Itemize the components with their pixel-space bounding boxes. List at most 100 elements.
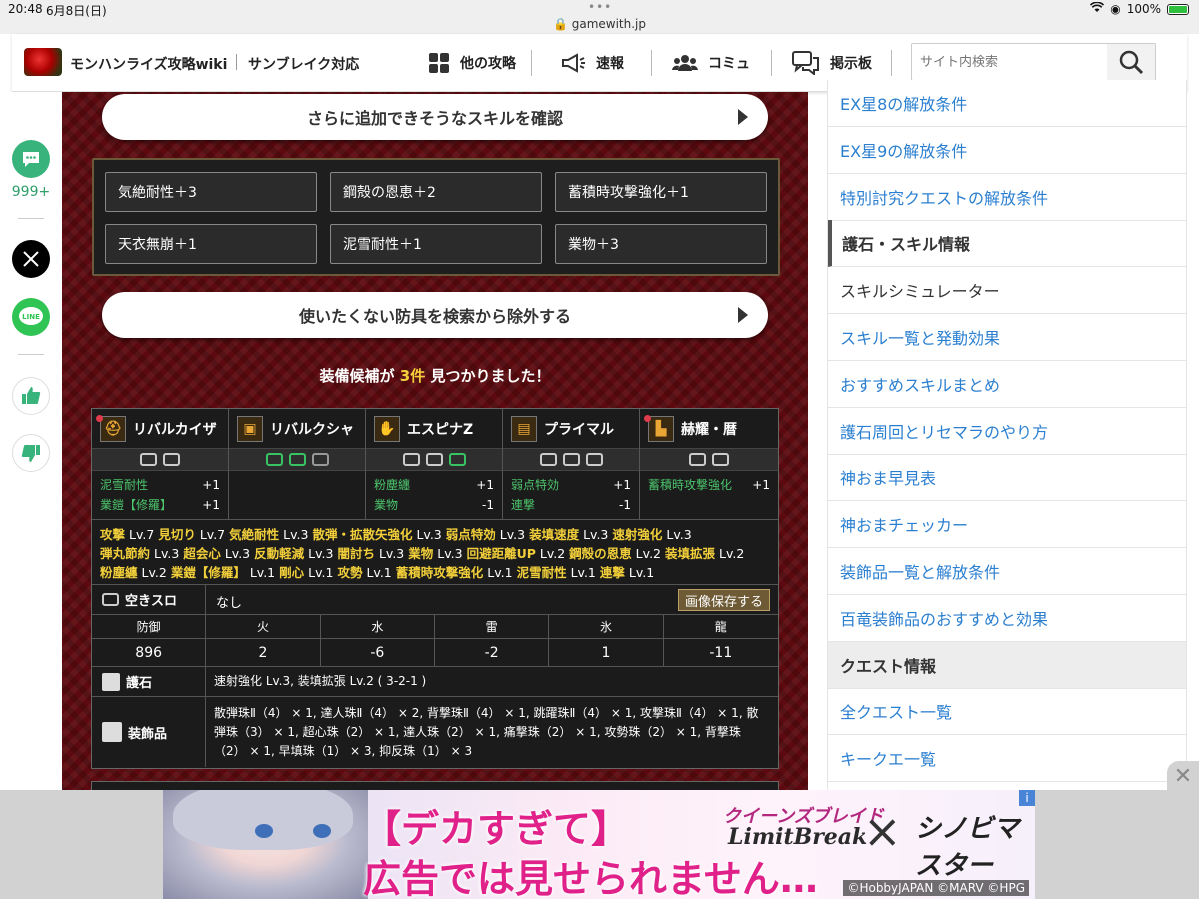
total-skill: 攻撃 Lv.7 bbox=[100, 527, 155, 542]
sidebar-link[interactable]: 全クエスト一覧 bbox=[828, 688, 1186, 736]
total-skill: 業物 Lv.3 bbox=[408, 546, 463, 561]
ice-res-header: 氷 bbox=[549, 615, 664, 638]
sidebar-link[interactable]: スキル一覧と発動効果 bbox=[828, 314, 1186, 361]
sidebar-link[interactable]: 装飾品一覧と解放条件 bbox=[828, 548, 1186, 595]
button-label: さらに追加できそうなスキルを確認 bbox=[306, 109, 563, 128]
line-share-button[interactable]: LINE bbox=[12, 298, 50, 336]
total-skill: 回避距離UP Lv.2 bbox=[466, 546, 566, 561]
new-indicator bbox=[96, 415, 103, 422]
total-skill: 速射強化 Lv.3 bbox=[612, 527, 692, 542]
address-url[interactable]: 🔒 gamewith.jp bbox=[0, 17, 1199, 31]
nav-other-guides[interactable]: 他の攻略 bbox=[428, 52, 516, 74]
equipment-result-card: ⛑ リバルカイザ 泥雪耐性 +1 業鎧【修羅】 +1 ▣ リバルクシャ ✋ エスピナZ 粉… bbox=[91, 408, 779, 769]
sidebar-link[interactable]: EX星9の解放条件 bbox=[828, 127, 1186, 174]
armor-skill: 業物 -1 bbox=[374, 498, 494, 512]
sidebar-link[interactable]: EX星8の解放条件 bbox=[828, 80, 1186, 127]
sidebar-link[interactable]: キークエ一覧 bbox=[828, 735, 1186, 783]
armor-skill: 蓄積時攻撃強化 +1 bbox=[648, 478, 770, 492]
results-count: 3件 bbox=[399, 367, 426, 385]
nav-board[interactable]: 掲示板 bbox=[792, 51, 872, 75]
sidebar-link[interactable]: 百竜装飾品のおすすめと効果 bbox=[828, 595, 1186, 642]
extra-skill-button[interactable]: 鋼殻の恩恵＋2 bbox=[330, 172, 542, 212]
defense-value: 896 bbox=[92, 639, 207, 666]
save-image-button[interactable]: 画像保存する bbox=[677, 589, 770, 611]
site-logo[interactable] bbox=[24, 48, 62, 76]
comment-button[interactable] bbox=[12, 140, 50, 178]
battery-percent: 100% bbox=[1126, 2, 1161, 16]
total-skill: 気絶耐性 Lv.3 bbox=[229, 527, 309, 542]
water-res-value: -6 bbox=[321, 639, 435, 666]
sidebar-link[interactable]: スキルシミュレーター bbox=[828, 267, 1186, 315]
total-skill: 粉塵纏 Lv.2 bbox=[100, 565, 167, 580]
armor-legs[interactable]: ▙ 赫耀・暦 蓄積時攻撃強化 +1 bbox=[640, 409, 778, 519]
search-input[interactable] bbox=[912, 44, 1107, 80]
like-button[interactable] bbox=[12, 377, 50, 415]
share-bar: 999+ LINE bbox=[0, 92, 62, 792]
armor-name: リバルクシャ bbox=[270, 421, 354, 438]
comment-icon bbox=[23, 152, 39, 167]
total-skills: 攻撃 Lv.7 見切り Lv.7 気絶耐性 Lv.3 散弾・拡散矢強化 Lv.3… bbox=[92, 519, 778, 585]
nav-news[interactable]: 速報 bbox=[560, 52, 624, 74]
nav-divider bbox=[651, 50, 652, 76]
armor-arms[interactable]: ✋ エスピナZ 粉塵纏 +1 業物 -1 bbox=[366, 409, 503, 519]
armor-name: 赫耀・暦 bbox=[681, 421, 737, 438]
deco-slots bbox=[229, 449, 365, 471]
decorations-row: 装飾品 散弾珠Ⅱ（4） × 1, 達人珠Ⅱ（4） × 2, 背撃珠Ⅱ（4） × … bbox=[92, 697, 778, 767]
sidebar-link[interactable]: 特別討究クエストの解放条件 bbox=[828, 174, 1186, 221]
exclude-armor-button[interactable]: 使いたくない防具を検索から除外する bbox=[102, 292, 768, 338]
fire-res-value: 2 bbox=[206, 639, 321, 666]
decorations-value: 散弾珠Ⅱ（4） × 1, 達人珠Ⅱ（4） × 2, 背撃珠Ⅱ（4） × 1, 跳… bbox=[214, 705, 759, 758]
extra-skill-button[interactable]: 天衣無崩＋1 bbox=[105, 224, 317, 264]
extra-skill-button[interactable]: 泥雪耐性＋1 bbox=[330, 224, 542, 264]
search-button[interactable] bbox=[1107, 44, 1155, 80]
sidebar-link[interactable]: 神おま早見表 bbox=[828, 454, 1186, 502]
thumbs-down-icon bbox=[21, 445, 40, 462]
nav-community[interactable]: コミュ bbox=[672, 52, 750, 74]
total-skill: 泥雪耐性 Lv.1 bbox=[516, 565, 596, 580]
sidebar-link[interactable]: おすすめスキルまとめ bbox=[828, 361, 1186, 408]
extra-skill-button[interactable]: 蓄積時攻撃強化＋1 bbox=[555, 172, 767, 212]
slot-icon bbox=[102, 593, 119, 606]
deco-slots bbox=[366, 449, 502, 471]
defense-header-row: 防御 火 水 雷 氷 龍 bbox=[92, 615, 778, 639]
more-skills-button[interactable]: さらに追加できそうなスキルを確認 bbox=[102, 94, 768, 140]
row-label: 空きスロ bbox=[125, 594, 178, 609]
sidebar-link[interactable]: 神おまチェッカー bbox=[828, 501, 1186, 549]
results-count-text: 装備候補が 3件 見つかりました！ bbox=[319, 367, 551, 385]
slot-icon bbox=[689, 453, 706, 466]
decoration-icon bbox=[102, 722, 122, 742]
total-skill: 鋼殻の恩恵 Lv.2 bbox=[569, 546, 661, 561]
ad-close-icon[interactable]: ✕ bbox=[1167, 761, 1199, 791]
armor-name: プライマル bbox=[544, 421, 614, 438]
extra-skill-button[interactable]: 業物＋3 bbox=[555, 224, 767, 264]
battery-icon bbox=[1167, 3, 1189, 15]
sidebar-link[interactable]: 護石周回とリセマラのやり方 bbox=[828, 408, 1186, 455]
extra-skill-button[interactable]: 気絶耐性＋3 bbox=[105, 172, 317, 212]
total-skill: 弱点特効 Lv.3 bbox=[445, 527, 526, 542]
wifi-icon bbox=[1090, 1, 1105, 16]
charm-value: 速射強化 Lv.3, 装填拡張 Lv.2 ( 3-2-1 ) bbox=[214, 674, 427, 688]
title-divider bbox=[236, 54, 237, 70]
armor-waist[interactable]: ▤ プライマル 弱点特効 +1 連撃 -1 bbox=[503, 409, 640, 519]
arrow-right-icon bbox=[738, 307, 748, 323]
share-divider bbox=[18, 218, 44, 219]
skill-simulator-results: さらに追加できそうなスキルを確認 気絶耐性＋3 鋼殻の恩恵＋2 蓄積時攻撃強化＋… bbox=[62, 92, 808, 792]
nav-label: コミュ bbox=[708, 56, 750, 72]
armor-head[interactable]: ⛑ リバルカイザ 泥雪耐性 +1 業鎧【修羅】 +1 bbox=[92, 409, 229, 519]
total-skill: 反動軽減 Lv.3 bbox=[254, 546, 334, 561]
slot-icon bbox=[425, 453, 443, 466]
armor-skill: 粉塵纏 +1 bbox=[374, 478, 494, 492]
x-share-button[interactable] bbox=[12, 240, 50, 278]
slot-icon bbox=[712, 453, 729, 466]
ad-image[interactable]: 【デカすぎて】 広告では見せられません… クイーンズブレイド LimitBrea… bbox=[163, 790, 1035, 899]
dislike-button[interactable] bbox=[12, 434, 50, 472]
multitask-dots[interactable]: ••• bbox=[588, 0, 612, 14]
sidebar-link[interactable]: 護石・スキル情報 bbox=[828, 220, 1186, 268]
armor-chest[interactable]: ▣ リバルクシャ bbox=[229, 409, 366, 519]
ice-res-value: 1 bbox=[549, 639, 664, 666]
ad-info-icon[interactable]: i bbox=[1019, 790, 1035, 806]
site-title[interactable]: モンハンライズ攻略wiki bbox=[70, 54, 227, 74]
total-skill: 超会心 Lv.3 bbox=[183, 546, 251, 561]
armor-skill: 業鎧【修羅】 +1 bbox=[100, 498, 220, 512]
sidebar-nav: EX星8の解放条件 EX星9の解放条件 特別討究クエストの解放条件 護石・スキル情報ス… bbox=[827, 80, 1187, 795]
